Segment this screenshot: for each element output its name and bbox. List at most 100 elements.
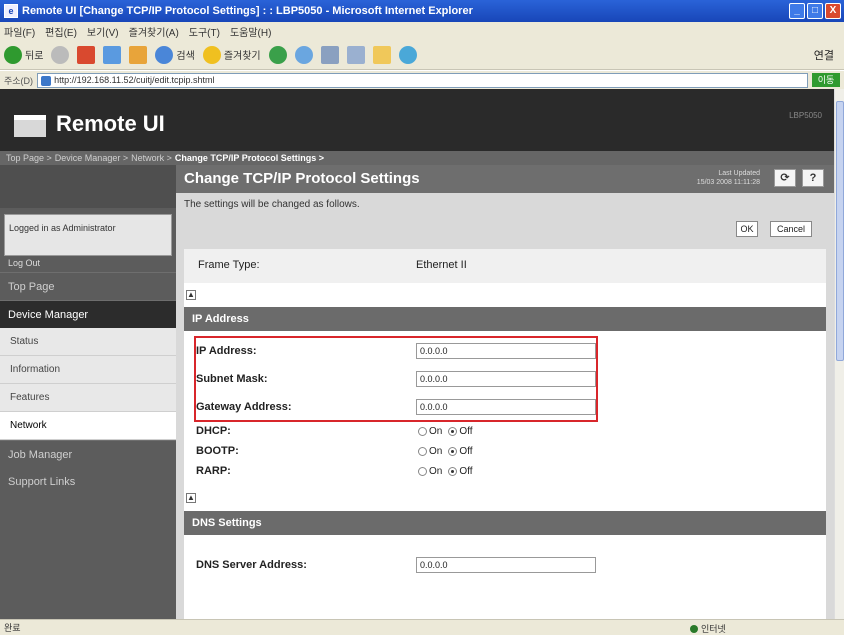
sidebar-item-support-links[interactable]: Support Links (0, 468, 176, 496)
ok-button[interactable]: OK (736, 221, 758, 237)
security-zone: 인터넷 (690, 622, 726, 635)
last-updated-value: 15/03 2008 11:11:28 (696, 179, 760, 186)
gateway-address-field[interactable]: 0.0.0.0 (416, 399, 596, 415)
zone-label: 인터넷 (701, 624, 726, 634)
favorites-button[interactable]: 즐겨찾기 (202, 45, 261, 64)
menu-tools[interactable]: 도구(T) (189, 24, 220, 39)
last-updated: Last Updated 15/03 2008 11:11:28 (697, 169, 760, 187)
minimize-button[interactable]: _ (789, 3, 805, 19)
history-button[interactable] (268, 45, 287, 64)
collapse-icon[interactable]: ▲ (186, 493, 196, 503)
dns-server-field[interactable]: 0.0.0.0 (416, 557, 596, 573)
edit-button[interactable] (346, 45, 365, 64)
status-text: 완료 (4, 623, 21, 633)
messenger-icon (398, 45, 417, 64)
print-button[interactable] (320, 45, 339, 64)
refresh-page-button[interactable]: ⟳ (774, 169, 796, 187)
frame-type-row: Frame Type: Ethernet II (184, 249, 826, 283)
subnet-mask-field[interactable]: 0.0.0.0 (416, 371, 596, 387)
sidebar-item-device-manager[interactable]: Device Manager (0, 300, 176, 328)
frame-type-label: Frame Type: (198, 259, 260, 271)
help-button[interactable]: ? (802, 169, 824, 187)
ip-address-field[interactable]: 0.0.0.0 (416, 343, 596, 359)
menu-help[interactable]: 도움말(H) (230, 24, 271, 39)
rarp-on-radio[interactable]: On (418, 466, 442, 477)
browser-toolbar: 뒤로 검색 즐겨찾기 연결 (0, 40, 844, 70)
settings-content: Frame Type: Ethernet II ▲ IP Address IP … (184, 249, 826, 619)
sidebar-item-top-page[interactable]: Top Page (0, 272, 176, 300)
rarp-radio-group: On Off (418, 466, 473, 477)
menu-edit[interactable]: 편집(E) (45, 24, 77, 39)
bootp-off-radio[interactable]: Off (448, 446, 473, 457)
sidebar-item-network[interactable]: Network (0, 412, 176, 440)
search-button[interactable]: 검색 (155, 45, 195, 64)
logged-in-box: Logged in as Administrator (4, 214, 172, 256)
menu-view[interactable]: 보기(V) (87, 24, 119, 39)
dhcp-radio-group: On Off (418, 426, 473, 437)
search-icon (155, 45, 174, 64)
scrollbar-thumb[interactable] (836, 101, 844, 361)
logout-link[interactable]: Log Out (4, 258, 172, 272)
mail-icon (294, 45, 313, 64)
sidebar-item-job-manager[interactable]: Job Manager (0, 440, 176, 468)
window-titlebar: e Remote UI [Change TCP/IP Protocol Sett… (0, 0, 844, 22)
home-button[interactable] (129, 45, 148, 64)
forward-button[interactable] (51, 45, 70, 64)
sidebar-header (0, 165, 176, 208)
home-icon (129, 45, 148, 64)
menu-file[interactable]: 파일(F) (4, 24, 35, 39)
favorites-label: 즐겨찾기 (223, 51, 261, 62)
page-title: Change TCP/IP Protocol Settings (184, 170, 420, 187)
back-label: 뒤로 (25, 51, 44, 62)
sidebar-item-information[interactable]: Information (0, 356, 176, 384)
forward-arrow-icon (51, 45, 70, 64)
dhcp-label: DHCP: (196, 425, 231, 437)
refresh-button[interactable] (103, 45, 122, 64)
notice-text: The settings will be changed as follows. (184, 199, 360, 210)
mail-button[interactable] (294, 45, 313, 64)
page-title-bar: Change TCP/IP Protocol Settings Last Upd… (176, 165, 834, 193)
last-updated-label: Last Updated (718, 170, 760, 177)
print-icon (320, 45, 339, 64)
gateway-address-label: Gateway Address: (196, 401, 292, 413)
frame-type-value: Ethernet II (416, 259, 467, 271)
cancel-button[interactable]: Cancel (770, 221, 812, 237)
bootp-on-radio[interactable]: On (418, 446, 442, 457)
sidebar: Logged in as Administrator Log Out Top P… (0, 165, 176, 619)
dns-server-label: DNS Server Address: (196, 559, 307, 571)
menu-favorites[interactable]: 즐겨찾기(A) (129, 24, 179, 39)
links-label[interactable]: 연결 (814, 47, 834, 63)
rarp-off-radio[interactable]: Off (448, 466, 473, 477)
messenger-button[interactable] (398, 45, 417, 64)
status-bar: 완료 인터넷 (0, 619, 844, 635)
window-controls: _ □ X (789, 3, 841, 19)
back-button[interactable]: 뒤로 (4, 45, 44, 64)
remote-ui-logo: Remote UI (56, 111, 165, 136)
address-label: 주소(D) (4, 75, 34, 86)
dhcp-off-radio[interactable]: Off (448, 426, 473, 437)
go-button[interactable]: 이동 (812, 73, 840, 87)
ie-icon: e (4, 4, 18, 18)
crumb-current: Change TCP/IP Protocol Settings > (174, 153, 324, 163)
breadcrumb: Top Page > Device Manager > Network > Ch… (0, 151, 834, 165)
sidebar-item-status[interactable]: Status (0, 328, 176, 356)
sidebar-item-features[interactable]: Features (0, 384, 176, 412)
stop-icon (77, 45, 96, 64)
ip-address-label: IP Address: (196, 345, 257, 357)
url-field[interactable]: http://192.168.11.52/cuitj/edit.tcpip.sh… (37, 72, 808, 88)
crumb-device-manager[interactable]: Device Manager > (55, 151, 128, 165)
main-panel: Change TCP/IP Protocol Settings Last Upd… (176, 165, 834, 619)
maximize-button[interactable]: □ (807, 3, 823, 19)
folder-button[interactable] (372, 45, 391, 64)
address-bar: 주소(D) http://192.168.11.52/cuitj/edit.tc… (0, 71, 844, 89)
stop-button[interactable] (77, 45, 96, 64)
vertical-scrollbar[interactable] (834, 89, 844, 619)
crumb-top-page[interactable]: Top Page > (6, 151, 52, 165)
close-button[interactable]: X (825, 3, 841, 19)
page-viewport: Remote UI LBP5050 Top Page > Device Mana… (0, 89, 834, 619)
search-label: 검색 (176, 51, 195, 62)
dns-settings-section-header: DNS Settings (184, 511, 826, 535)
crumb-network[interactable]: Network > (131, 151, 172, 165)
dhcp-on-radio[interactable]: On (418, 426, 442, 437)
collapse-icon[interactable]: ▲ (186, 290, 196, 300)
